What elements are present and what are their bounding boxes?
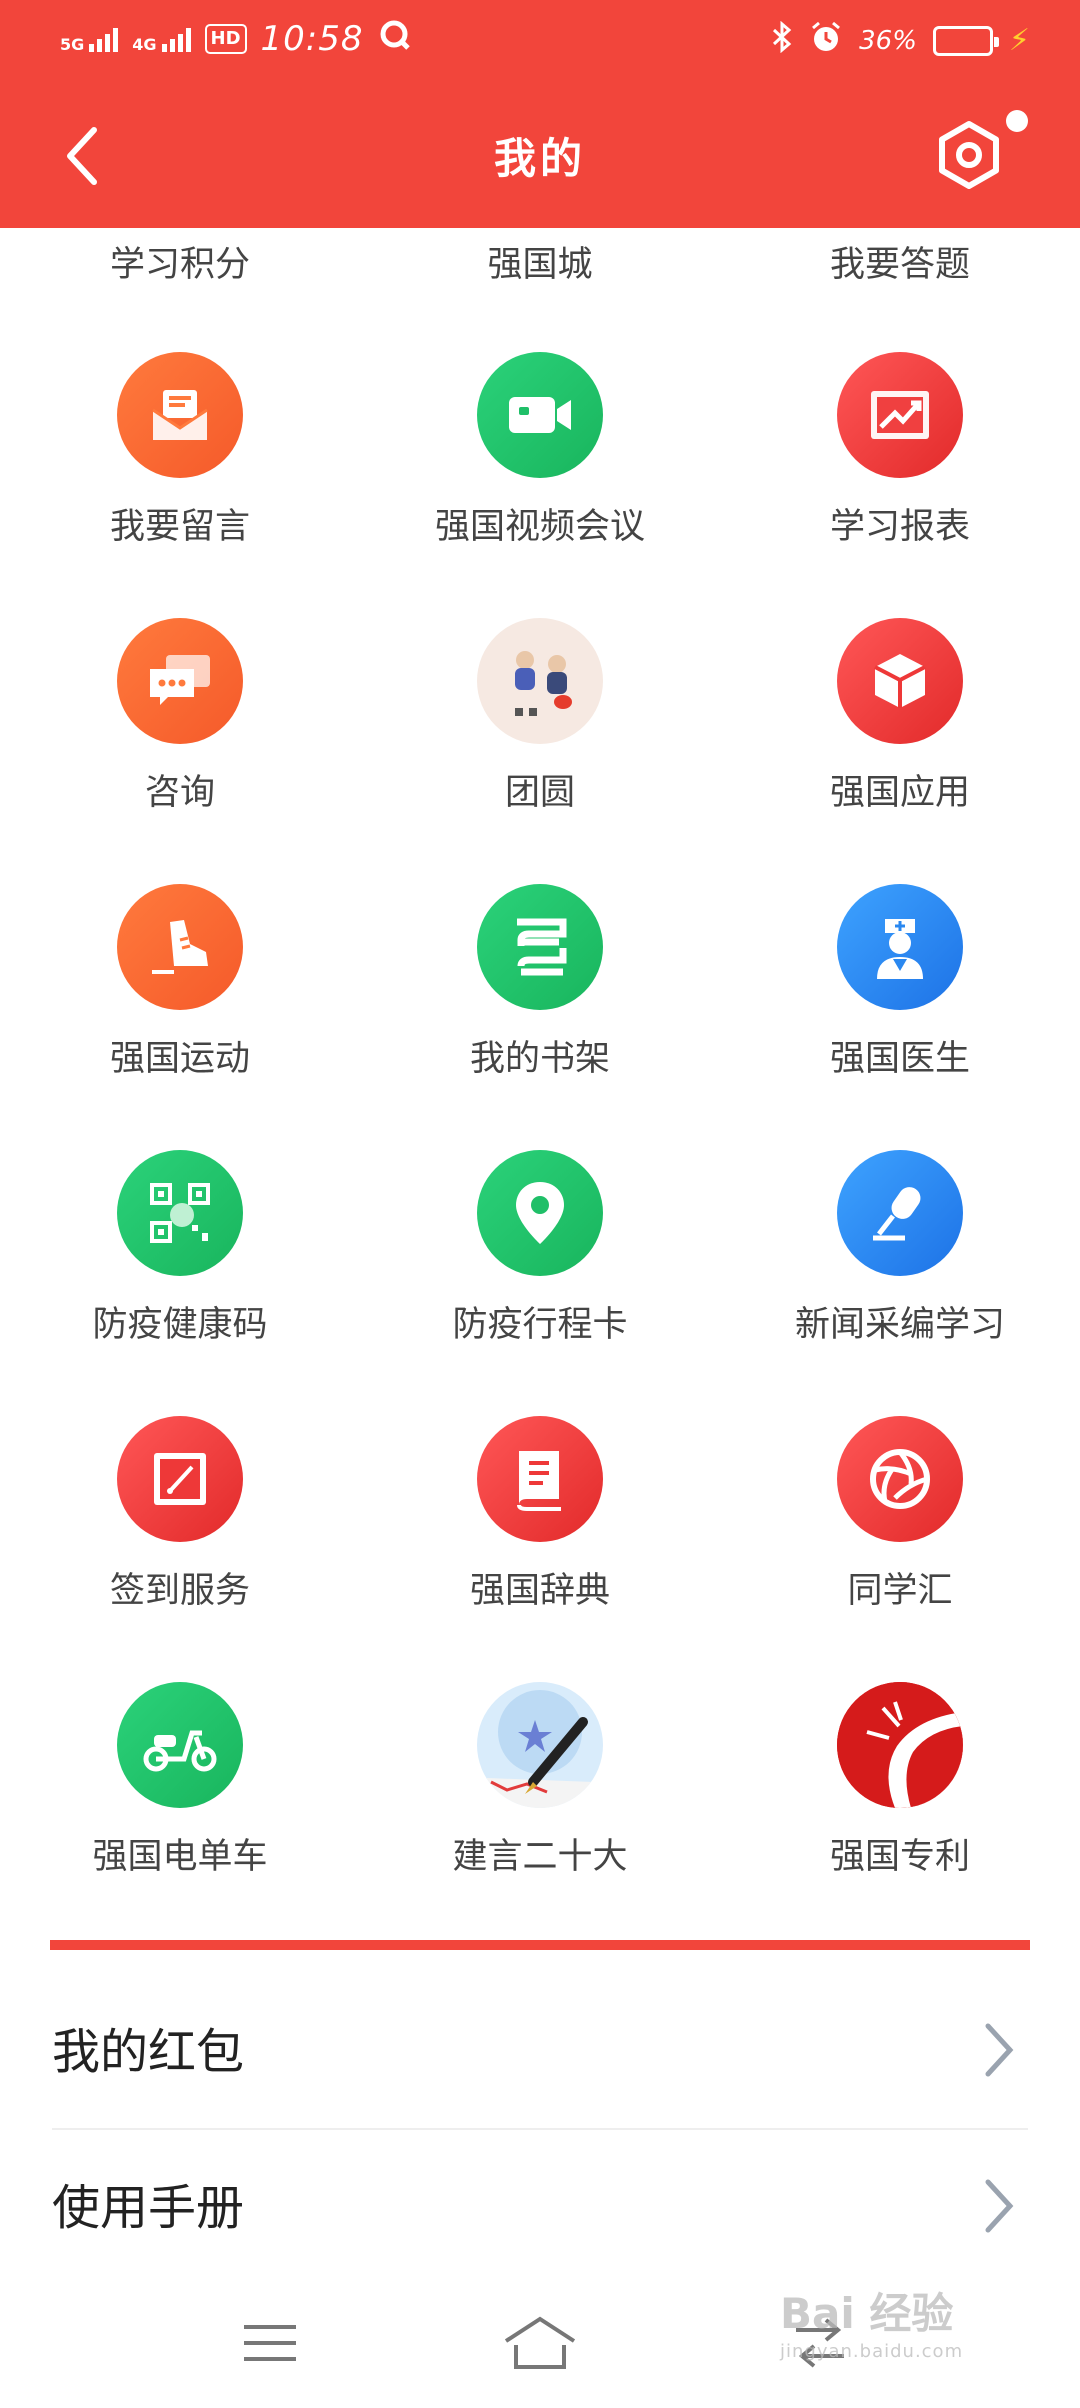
scooter-icon <box>117 1682 243 1808</box>
box-icon <box>837 618 963 744</box>
grid-row: 防疫健康码 防疫行程卡 新闻采编学习 <box>0 1138 1080 1404</box>
chat-icon <box>117 618 243 744</box>
signin-icon <box>117 1416 243 1542</box>
grid-item-label: 强国视频会议 <box>434 507 645 547</box>
status-left: 5G 4G HD 10:58 <box>60 18 412 60</box>
grid-item-sports[interactable]: 强国运动 <box>0 872 360 1138</box>
grid-item-video-meeting[interactable]: 强国视频会议 <box>360 340 720 606</box>
settings-button[interactable] <box>932 118 1006 192</box>
chevron-right-icon <box>985 2179 1014 2233</box>
grid-item-health-code[interactable]: 防疫健康码 <box>0 1138 360 1404</box>
section-divider <box>50 1940 1030 1950</box>
grid-item-label: 我的书架 <box>469 1039 610 1079</box>
grid-item-label: 强国应用 <box>829 773 970 813</box>
grid-item-consult[interactable]: 咨询 <box>0 606 360 872</box>
page-title: 我的 <box>493 134 586 183</box>
grid-item-label[interactable]: 学习积分 <box>0 236 360 287</box>
partial-grid-row: 学习积分 强国城 我要答题 <box>0 228 1080 288</box>
grid-row: 签到服务 强国辞典 同学汇 <box>0 1404 1080 1670</box>
menu-button[interactable] <box>230 2308 310 2378</box>
aperture-icon <box>837 1416 963 1542</box>
menu-icon <box>244 2325 296 2361</box>
chart-icon <box>837 352 963 478</box>
charging-icon: ⚡ <box>1008 23 1030 58</box>
grid-item-label: 学习报表 <box>829 507 970 547</box>
grid-item-label: 强国辞典 <box>469 1571 610 1611</box>
watermark: Bai 经验 jingyan.baidu.com <box>780 2289 964 2362</box>
grid-row: 我要留言 强国视频会议 学习报表 <box>0 340 1080 606</box>
list-item-red-packet[interactable]: 我的红包 <box>52 1972 1028 2122</box>
list-item-label: 使用手册 <box>52 2180 245 2236</box>
status-time: 10:58 <box>260 19 364 59</box>
grid-item-label: 强国专利 <box>829 1837 970 1877</box>
grid-item-news-study[interactable]: 新闻采编学习 <box>720 1138 1080 1404</box>
signal-5g-icon: 5G <box>60 26 119 53</box>
grid-item-study-report[interactable]: 学习报表 <box>720 340 1080 606</box>
grid-item-label: 我要留言 <box>109 507 250 547</box>
mail-icon <box>117 352 243 478</box>
reunion-illustration-icon <box>477 618 603 744</box>
grid-item-signin[interactable]: 签到服务 <box>0 1404 360 1670</box>
notification-dot <box>1006 110 1028 132</box>
qr-code-icon <box>117 1150 243 1276</box>
status-right: 36% ⚡ <box>771 20 1030 61</box>
chevron-right-icon <box>985 2023 1014 2077</box>
home-button[interactable] <box>500 2308 580 2378</box>
pen-star-icon <box>477 1682 603 1808</box>
dictionary-icon <box>477 1416 603 1542</box>
battery-icon <box>932 25 999 56</box>
grid-item-label: 新闻采编学习 <box>794 1305 1005 1345</box>
grid-item-label: 签到服务 <box>109 1571 250 1611</box>
doctor-icon <box>837 884 963 1010</box>
grid-item-apps[interactable]: 强国应用 <box>720 606 1080 872</box>
home-icon <box>504 2316 576 2369</box>
grid-item-label: 防疫行程卡 <box>452 1305 628 1345</box>
grid-item-label: 同学汇 <box>847 1571 953 1611</box>
battery-percent: 36% <box>859 25 917 56</box>
grid-item-label[interactable]: 强国城 <box>360 236 720 287</box>
grid-item-label[interactable]: 我要答题 <box>720 236 1080 287</box>
app-header: 5G 4G HD 10:58 36% ⚡ 我的 <box>0 0 1080 228</box>
grid-item-suggestion[interactable]: 建言二十大 <box>360 1670 720 1936</box>
bluetooth-icon <box>771 20 793 60</box>
grid-item-label: 建言二十大 <box>452 1837 628 1877</box>
grid-item-label: 强国电单车 <box>92 1837 268 1877</box>
location-pin-icon <box>477 1150 603 1276</box>
status-bar: 5G 4G HD 10:58 36% ⚡ <box>0 0 1080 80</box>
grid-item-dictionary[interactable]: 强国辞典 <box>360 1404 720 1670</box>
grid-item-bookshelf[interactable]: 我的书架 <box>360 872 720 1138</box>
shoe-icon <box>117 884 243 1010</box>
grid-item-label: 强国医生 <box>829 1039 970 1079</box>
grid-item-doctor[interactable]: 强国医生 <box>720 872 1080 1138</box>
grid-item-label: 防疫健康码 <box>92 1305 268 1345</box>
video-camera-icon <box>477 352 603 478</box>
grid-item-ebike[interactable]: 强国电单车 <box>0 1670 360 1936</box>
signal-4g-icon: 4G <box>132 26 191 53</box>
grid-item-label: 团圆 <box>504 773 575 813</box>
grid-item-reunion[interactable]: 团圆 <box>360 606 720 872</box>
alarm-icon <box>809 20 843 61</box>
list-item-label: 我的红包 <box>52 2024 245 2080</box>
bookshelf-icon <box>477 884 603 1010</box>
grid-item-classmates[interactable]: 同学汇 <box>720 1404 1080 1670</box>
grid-item-patent[interactable]: 强国专利 <box>720 1670 1080 1936</box>
list-item-manual[interactable]: 使用手册 <box>52 2128 1028 2278</box>
grid-row: 咨询 团圆 强国应用 <box>0 606 1080 872</box>
feature-grid: 我要留言 强国视频会议 学习报表 咨询 团圆 强国应用 强国运动 我的书架 强国… <box>0 340 1080 1936</box>
grid-item-label: 咨询 <box>144 773 215 813</box>
patent-icon <box>837 1682 963 1808</box>
gear-icon <box>939 121 999 189</box>
hd-badge: HD <box>204 24 247 54</box>
microphone-icon <box>837 1150 963 1276</box>
grid-item-travel-card[interactable]: 防疫行程卡 <box>360 1138 720 1404</box>
grid-row: 强国电单车 建言二十大 强国专利 <box>0 1670 1080 1936</box>
grid-item-label: 强国运动 <box>109 1039 250 1079</box>
app-notification-icon <box>378 18 412 60</box>
grid-row: 强国运动 我的书架 强国医生 <box>0 872 1080 1138</box>
grid-item-message[interactable]: 我要留言 <box>0 340 360 606</box>
